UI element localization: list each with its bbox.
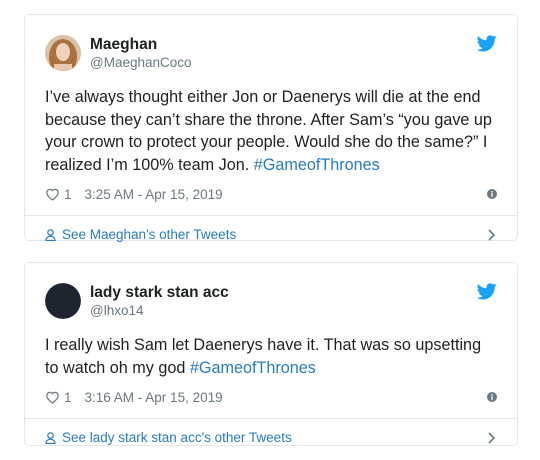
author-handle[interactable]: @lhxo14: [90, 302, 229, 319]
tweet-header: Maeghan @MaeghanCoco: [45, 33, 497, 73]
tweet-card[interactable]: Maeghan @MaeghanCoco I’ve always thought…: [24, 14, 518, 242]
info-icon[interactable]: [487, 392, 497, 402]
avatar[interactable]: [45, 35, 81, 71]
chevron-right-icon[interactable]: [488, 228, 495, 241]
author-name[interactable]: lady stark stan acc: [90, 283, 229, 302]
heart-icon[interactable]: [45, 390, 60, 404]
info-icon[interactable]: [487, 189, 497, 199]
avatar[interactable]: [45, 283, 81, 319]
hashtag-link[interactable]: #GameofThrones: [190, 359, 316, 377]
twitter-bird-icon[interactable]: [477, 35, 497, 52]
twitter-bird-icon[interactable]: [477, 283, 497, 300]
tweet-body: Maeghan @MaeghanCoco I’ve always thought…: [25, 15, 517, 215]
see-other-tweets-label[interactable]: See Maeghan's other Tweets: [62, 227, 236, 242]
heart-icon[interactable]: [45, 187, 60, 201]
author-name[interactable]: Maeghan: [90, 35, 192, 54]
see-other-tweets-link[interactable]: See lady stark stan acc's other Tweets: [25, 418, 517, 456]
author-info[interactable]: Maeghan @MaeghanCoco: [90, 35, 192, 71]
tweet-timestamp[interactable]: 3:16 AM - Apr 15, 2019: [85, 390, 223, 405]
tweet-meta: 1 3:25 AM - Apr 15, 2019: [45, 183, 497, 205]
tweet-body: lady stark stan acc @lhxo14 I really wis…: [25, 263, 517, 418]
avatar-photo-icon: [45, 35, 81, 71]
see-other-tweets-label[interactable]: See lady stark stan acc's other Tweets: [62, 430, 292, 445]
avatar-dark-icon: [45, 283, 81, 319]
person-icon: [45, 431, 56, 444]
like-count[interactable]: 1: [64, 390, 72, 405]
tweet-header: lady stark stan acc @lhxo14: [45, 281, 497, 321]
like-count[interactable]: 1: [64, 187, 72, 202]
tweet-card[interactable]: lady stark stan acc @lhxo14 I really wis…: [24, 262, 518, 446]
author-info[interactable]: lady stark stan acc @lhxo14: [90, 283, 229, 319]
person-icon: [45, 228, 56, 241]
tweet-timestamp[interactable]: 3:25 AM - Apr 15, 2019: [85, 187, 223, 202]
tweet-meta: 1 3:16 AM - Apr 15, 2019: [45, 386, 497, 408]
author-handle[interactable]: @MaeghanCoco: [90, 54, 192, 71]
tweet-text: I really wish Sam let Daenerys have it. …: [45, 334, 497, 379]
hashtag-link[interactable]: #GameofThrones: [254, 156, 380, 174]
see-other-tweets-link[interactable]: See Maeghan's other Tweets: [25, 215, 517, 253]
chevron-right-icon[interactable]: [488, 431, 495, 444]
tweet-text: I’ve always thought either Jon or Daener…: [45, 86, 497, 176]
